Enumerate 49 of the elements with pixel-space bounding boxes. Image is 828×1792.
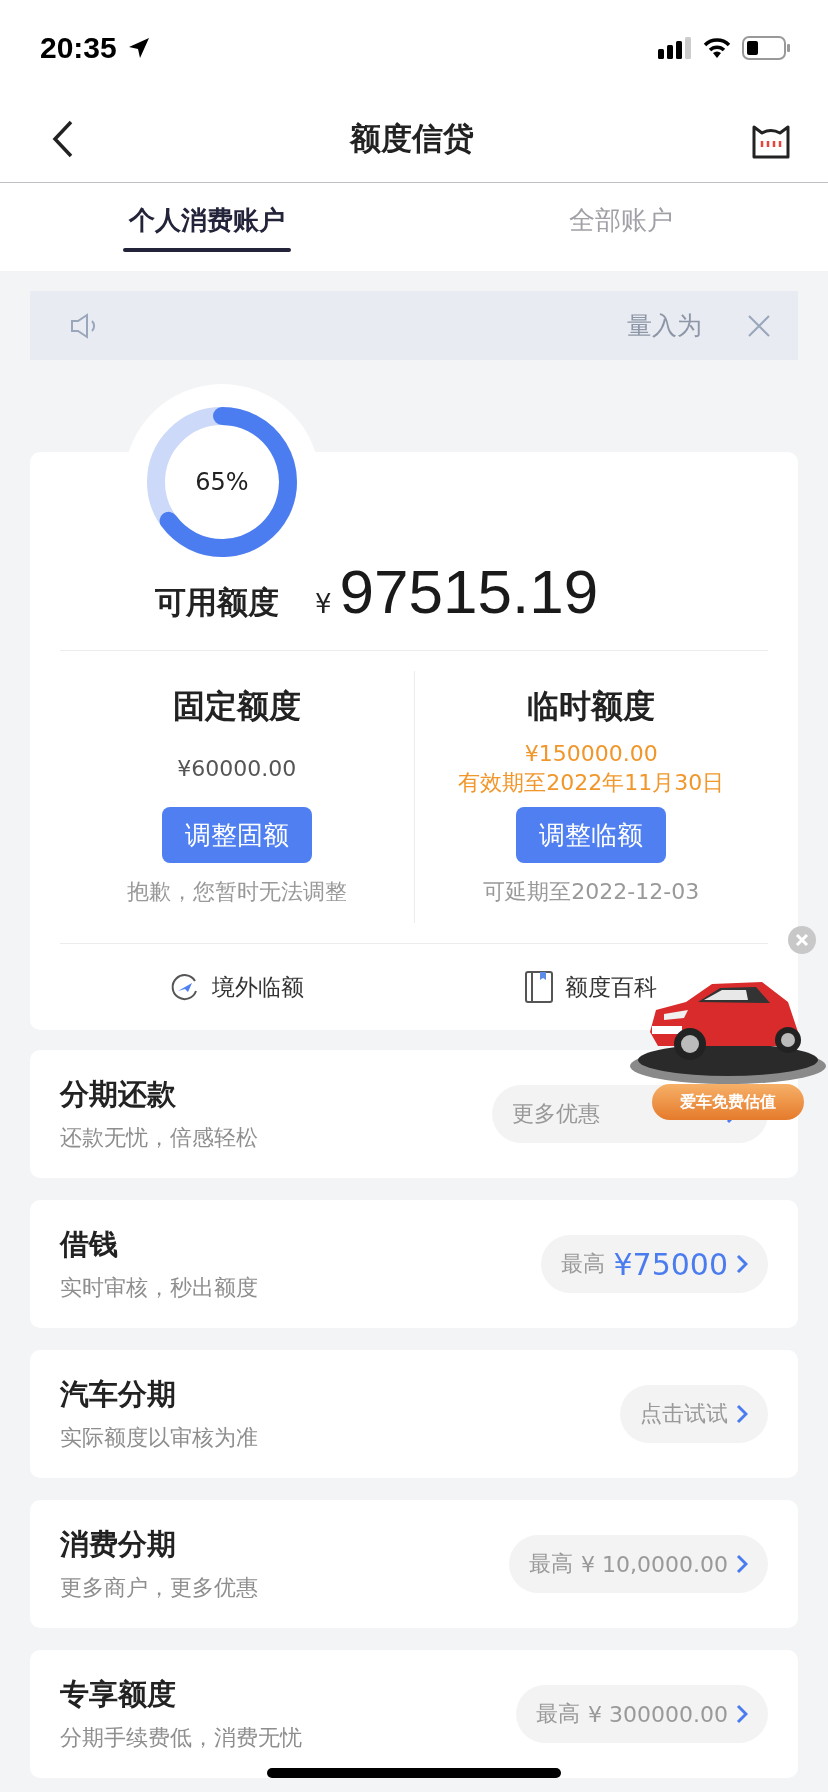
wifi-icon [702, 37, 732, 59]
account-tab[interactable]: 全部账户 [414, 183, 828, 271]
available-label: 可用额度 [155, 583, 279, 622]
quota-line: ¥150000.00 [524, 740, 658, 768]
column-title: 临时额度 [527, 686, 656, 727]
available-amount: 97515.19 [339, 556, 599, 627]
chevron-right-icon [736, 1254, 748, 1274]
signal-icon [658, 36, 692, 60]
product-card[interactable]: 借钱 实时审核，秒出额度 最高 ¥75000 [30, 1200, 798, 1328]
product-card[interactable]: 消费分期 更多商户，更多优惠 最高 ¥ 10,0000.00 [30, 1500, 798, 1628]
product-card[interactable]: 专享额度 分期手续费低，消费无忧 最高 ¥ 300000.00 [30, 1650, 798, 1778]
product-subtitle: 分期手续费低，消费无忧 [60, 1724, 303, 1752]
column-note: 抱歉，您暂时无法调整 [126, 878, 347, 906]
product-card[interactable]: 汽车分期 实际额度以审核为准 点击试试 [30, 1350, 798, 1478]
notice-text: 量入为 [627, 310, 702, 342]
back-icon[interactable] [52, 120, 74, 158]
product-title: 分期还款 [60, 1076, 177, 1113]
shortcut-link[interactable]: 额度百科 [525, 971, 657, 1003]
chevron-right-icon [736, 1554, 748, 1574]
chevron-right-icon [736, 1704, 748, 1724]
chevron-right-icon [736, 1404, 748, 1424]
currency-sign: ¥ [315, 589, 332, 619]
product-title: 专享额度 [60, 1676, 177, 1713]
product-subtitle: 实时审核，秒出额度 [60, 1274, 259, 1302]
battery-icon [742, 36, 790, 60]
column-title: 固定额度 [172, 686, 301, 727]
account-tab[interactable]: 个人消费账户 [0, 183, 414, 271]
product-action-button[interactable]: 最高 ¥ 10,0000.00 [509, 1535, 768, 1593]
book-icon [525, 971, 553, 1003]
product-title: 汽车分期 [60, 1376, 177, 1413]
quota-line: 有效期至2022年11月30日 [458, 769, 725, 797]
column-note: 可延期至2022-12-03 [483, 878, 700, 906]
product-subtitle: 更多商户，更多优惠 [60, 1574, 259, 1602]
adjust-button[interactable]: 调整固额 [161, 807, 312, 863]
product-subtitle: 实际额度以审核为准 [60, 1424, 259, 1452]
product-title: 消费分期 [60, 1526, 177, 1563]
product-title: 借钱 [60, 1226, 119, 1263]
status-time: 20:35 [40, 31, 117, 65]
product-action-button[interactable]: 最高 ¥ 300000.00 [516, 1685, 768, 1743]
product-action-button[interactable]: 点击试试 [620, 1385, 768, 1443]
product-action-button[interactable]: 最高 ¥75000 [541, 1235, 768, 1293]
ring-percent: 65% [194, 468, 250, 496]
shortcut-link[interactable]: 境外临额 [170, 971, 304, 1003]
adjust-button[interactable]: 调整临额 [516, 807, 667, 863]
plane-circle-icon [170, 972, 200, 1002]
quota-line: ¥60000.00 [177, 754, 297, 783]
page-title: 额度信贷 [350, 119, 474, 158]
product-subtitle: 还款无忧，倍感轻松 [60, 1124, 259, 1152]
car-valuation-button[interactable]: 爱车免费估值 [652, 1084, 804, 1120]
